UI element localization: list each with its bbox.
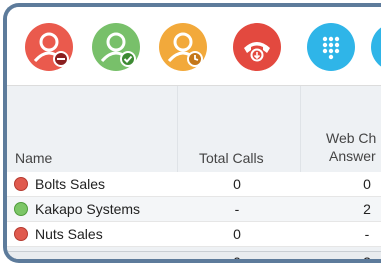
column-header-name[interactable]: Name (15, 150, 52, 166)
transfer-button[interactable] (371, 23, 381, 71)
table-row[interactable]: Kakapo Systems - 2 (7, 197, 381, 222)
total-calls-value: 0 (233, 226, 241, 242)
webchats-sum: 2 (363, 254, 371, 263)
set-away-button[interactable] (159, 23, 207, 71)
total-calls-value: - (234, 201, 240, 217)
column-header-webchats-line1[interactable]: Web Ch (326, 130, 376, 146)
user-busy-icon (33, 32, 69, 67)
total-calls-sum: 0 (233, 254, 241, 263)
queue-name: Bolts Sales (35, 176, 106, 192)
column-header-webchats-line2[interactable]: Answer (329, 148, 376, 164)
app-window: Name Total Calls Web Ch Answer Bolts Sal… (3, 3, 381, 263)
totals-row: 0 2 (7, 251, 381, 263)
webchats-value: - (364, 226, 370, 242)
column-header-total-calls[interactable]: Total Calls (199, 150, 264, 166)
queue-stats-table: Name Total Calls Web Ch Answer Bolts Sal… (7, 86, 381, 263)
hangup-icon (244, 42, 270, 62)
column-divider (177, 86, 178, 172)
hangup-button[interactable] (233, 23, 281, 71)
status-toolbar (7, 7, 381, 86)
queue-name: Nuts Sales (35, 226, 103, 242)
queue-name: Kakapo Systems (35, 201, 141, 217)
webchats-value: 2 (363, 201, 371, 217)
total-calls-value: 0 (233, 176, 241, 192)
dialpad-button[interactable] (307, 23, 355, 71)
table-row[interactable]: Bolts Sales 0 0 (7, 172, 381, 197)
user-away-icon (167, 32, 203, 67)
dialpad-icon (322, 36, 340, 60)
set-available-button[interactable] (92, 23, 140, 71)
transfer-icon (371, 23, 381, 71)
table-row[interactable]: Nuts Sales 0 - (7, 222, 381, 247)
status-busy-icon (14, 227, 28, 241)
user-available-icon (100, 32, 136, 67)
webchats-value: 0 (363, 176, 371, 192)
status-busy-icon (14, 177, 28, 191)
set-busy-button[interactable] (25, 23, 73, 71)
status-available-icon (14, 202, 28, 216)
column-divider (300, 86, 301, 172)
